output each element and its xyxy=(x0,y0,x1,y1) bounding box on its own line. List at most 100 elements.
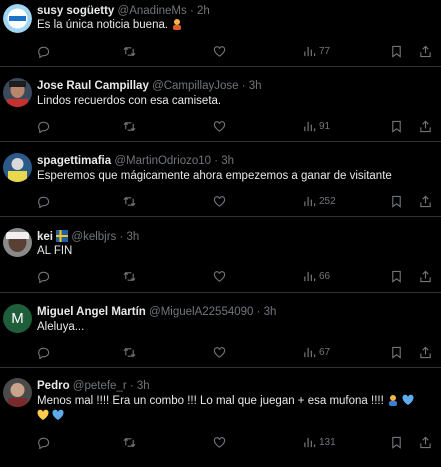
bookmark-button[interactable] xyxy=(390,435,403,449)
author-name[interactable]: susy sogüetty xyxy=(37,5,114,17)
timestamp[interactable]: · 3h xyxy=(242,80,262,92)
reply-icon xyxy=(38,196,50,208)
tweet[interactable]: M Miguel Angel Martín @MiguelA22554090 ·… xyxy=(0,293,441,368)
avatar[interactable] xyxy=(3,378,32,407)
like-button[interactable] xyxy=(213,435,226,449)
avatar[interactable] xyxy=(3,153,32,182)
avatar[interactable] xyxy=(3,4,32,33)
retweet-icon xyxy=(123,121,136,131)
share-button[interactable] xyxy=(419,119,432,133)
tweet-text: Aleluya... xyxy=(37,320,433,335)
author-handle[interactable]: @MartinOdriozo10 xyxy=(114,155,211,167)
reply-icon xyxy=(38,437,50,449)
avatar[interactable]: M xyxy=(3,304,32,333)
tweet-actions: 252 xyxy=(37,194,432,208)
retweet-button[interactable] xyxy=(123,435,136,449)
reply-icon xyxy=(38,347,50,359)
retweet-button[interactable] xyxy=(123,194,136,208)
author-handle[interactable]: @AnadineMs xyxy=(118,5,187,17)
blue-heart-icon xyxy=(52,409,64,420)
author-handle[interactable]: @petefe_r xyxy=(73,380,127,392)
share-button[interactable] xyxy=(419,345,432,359)
like-button[interactable] xyxy=(213,269,226,283)
views-button[interactable]: 91 xyxy=(303,119,330,133)
views-count: 252 xyxy=(319,195,336,207)
tweet-actions: 66 xyxy=(37,269,432,283)
bookmark-button[interactable] xyxy=(390,269,403,283)
bookmark-icon xyxy=(392,195,401,208)
share-icon xyxy=(420,270,431,282)
reply-button[interactable] xyxy=(37,119,50,133)
author-handle[interactable]: @MiguelA22554090 xyxy=(149,306,253,318)
avatar[interactable] xyxy=(3,78,32,107)
tweet[interactable]: susy sogüetty @AnadineMs · 2h Es la únic… xyxy=(0,0,441,67)
retweet-icon xyxy=(123,196,136,206)
author-name[interactable]: kei xyxy=(37,231,53,243)
bookmark-button[interactable] xyxy=(390,194,403,208)
views-button[interactable]: 67 xyxy=(303,345,330,359)
shrug-emoji-icon xyxy=(389,395,397,406)
views-icon xyxy=(304,437,316,447)
tweet-text-body: Menos mal !!!! Era un combo !!! Lo mal q… xyxy=(37,395,384,407)
timestamp[interactable]: · 3h xyxy=(130,380,150,392)
bookmark-button[interactable] xyxy=(390,345,403,359)
avatar[interactable] xyxy=(3,228,32,257)
like-button[interactable] xyxy=(213,119,226,133)
tweet[interactable]: kei @kelbjrs · 3h AL FIN 66 xyxy=(0,217,441,293)
share-button[interactable] xyxy=(419,269,432,283)
tweet[interactable]: Pedro @petefe_r · 3h Menos mal !!!! Era … xyxy=(0,368,441,467)
author-handle[interactable]: @CampillayJose xyxy=(152,80,238,92)
bookmark-button[interactable] xyxy=(390,44,403,58)
tweet-header: susy sogüetty @AnadineMs · 2h xyxy=(37,5,210,17)
views-button[interactable]: 77 xyxy=(303,44,330,58)
author-handle[interactable]: @kelbjrs xyxy=(71,231,116,243)
views-icon xyxy=(304,347,316,357)
timestamp[interactable]: · 2h xyxy=(190,5,210,17)
author-name[interactable]: Jose Raul Campillay xyxy=(37,80,149,92)
reply-button[interactable] xyxy=(37,44,50,58)
bookmark-icon xyxy=(392,120,401,133)
share-button[interactable] xyxy=(419,44,432,58)
views-icon xyxy=(304,121,316,131)
like-icon xyxy=(213,346,226,358)
tweet-text-body: Aleluya... xyxy=(37,321,85,333)
retweet-button[interactable] xyxy=(123,44,136,58)
views-count: 77 xyxy=(319,45,331,57)
tweet[interactable]: Jose Raul Campillay @CampillayJose · 3h … xyxy=(0,67,441,142)
tweet[interactable]: spagettimafia @MartinOdriozo10 · 3h Espe… xyxy=(0,142,441,217)
reply-icon xyxy=(38,271,50,283)
reply-button[interactable] xyxy=(37,269,50,283)
like-button[interactable] xyxy=(213,345,226,359)
views-count: 66 xyxy=(319,270,331,282)
views-button[interactable]: 252 xyxy=(303,194,336,208)
share-button[interactable] xyxy=(419,194,432,208)
blue-heart-icon xyxy=(402,394,414,405)
retweet-button[interactable] xyxy=(123,119,136,133)
bookmark-button[interactable] xyxy=(390,119,403,133)
tweet-header: kei @kelbjrs · 3h xyxy=(37,230,139,243)
author-name[interactable]: Miguel Angel Martín xyxy=(37,306,146,318)
tweet-text-body: Es la única noticia buena. xyxy=(37,19,169,31)
author-name[interactable]: Pedro xyxy=(37,380,70,392)
author-name[interactable]: spagettimafia xyxy=(37,155,111,167)
timestamp[interactable]: · 3h xyxy=(120,231,140,243)
like-button[interactable] xyxy=(213,194,226,208)
reply-button[interactable] xyxy=(37,194,50,208)
share-icon xyxy=(420,45,431,57)
timestamp[interactable]: · 3h xyxy=(214,155,234,167)
views-button[interactable]: 66 xyxy=(303,269,330,283)
retweet-button[interactable] xyxy=(123,269,136,283)
views-icon xyxy=(304,46,316,56)
tweet-header: Jose Raul Campillay @CampillayJose · 3h xyxy=(37,80,262,92)
views-button[interactable]: 131 xyxy=(303,435,336,449)
reply-button[interactable] xyxy=(37,345,50,359)
tweet-header: Pedro @petefe_r · 3h xyxy=(37,380,150,392)
reply-button[interactable] xyxy=(37,435,50,449)
retweet-button[interactable] xyxy=(123,345,136,359)
share-button[interactable] xyxy=(419,435,432,449)
tweet-text: Menos mal !!!! Era un combo !!! Lo mal q… xyxy=(37,394,433,424)
like-button[interactable] xyxy=(213,44,226,58)
timestamp[interactable]: · 3h xyxy=(257,306,277,318)
tweet-actions: 131 xyxy=(37,435,432,449)
bookmark-icon xyxy=(392,346,401,359)
